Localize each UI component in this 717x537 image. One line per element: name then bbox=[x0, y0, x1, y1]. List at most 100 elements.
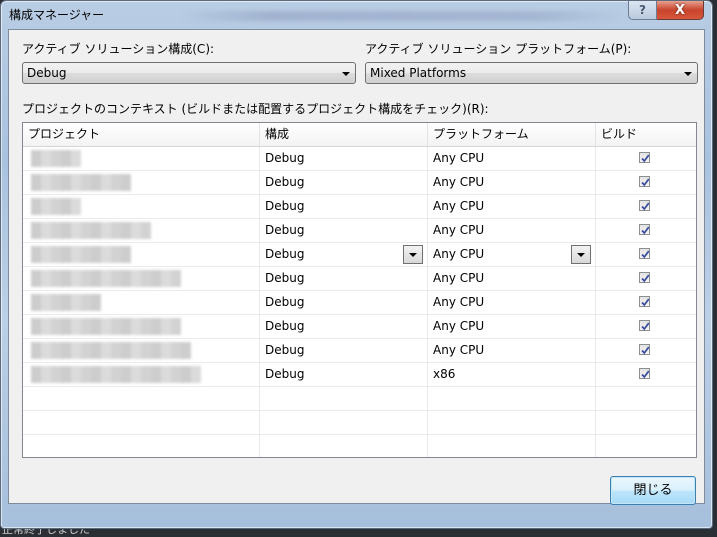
window-close-button[interactable]: X bbox=[657, 1, 704, 20]
chevron-down-icon bbox=[684, 72, 692, 76]
project-context-label: プロジェクトのコンテキスト (ビルドまたは配置するプロジェクト構成をチェック)(… bbox=[22, 102, 489, 116]
checkmark-icon bbox=[641, 274, 650, 283]
table-row[interactable] bbox=[23, 411, 696, 435]
table-row[interactable]: Debug Any CPU bbox=[23, 339, 696, 363]
config-value: Debug bbox=[265, 247, 305, 261]
build-checkbox[interactable] bbox=[639, 248, 650, 259]
build-checkbox[interactable] bbox=[639, 368, 650, 379]
help-button[interactable]: ? bbox=[628, 1, 657, 20]
config-cell[interactable]: Debug bbox=[260, 267, 428, 290]
platform-cell[interactable]: Any CPU bbox=[428, 315, 596, 338]
platform-cell[interactable]: Any CPU bbox=[428, 267, 596, 290]
build-cell bbox=[596, 315, 696, 338]
project-name-redacted bbox=[31, 294, 101, 311]
table-row[interactable]: Debug x86 bbox=[23, 363, 696, 387]
platform-cell[interactable] bbox=[428, 387, 596, 410]
project-cell bbox=[23, 435, 260, 457]
build-checkbox[interactable] bbox=[639, 320, 650, 331]
config-cell[interactable]: Debug bbox=[260, 315, 428, 338]
platform-value: Any CPU bbox=[433, 223, 485, 237]
build-cell bbox=[596, 195, 696, 218]
config-cell[interactable]: Debug bbox=[260, 171, 428, 194]
column-header-platform[interactable]: プラットフォーム bbox=[428, 123, 596, 146]
config-cell[interactable]: Debug bbox=[260, 291, 428, 314]
project-cell bbox=[23, 243, 260, 266]
config-cell[interactable]: Debug bbox=[260, 243, 428, 266]
platform-cell[interactable]: Any CPU bbox=[428, 147, 596, 170]
close-x-icon: X bbox=[674, 2, 686, 18]
table-row[interactable] bbox=[23, 435, 696, 457]
table-row[interactable]: Debug Any CPU bbox=[23, 147, 696, 171]
platform-dropdown-button[interactable] bbox=[571, 245, 591, 264]
config-cell[interactable] bbox=[260, 435, 428, 457]
platform-cell[interactable]: x86 bbox=[428, 363, 596, 386]
column-header-config[interactable]: 構成 bbox=[260, 123, 428, 146]
platform-value: x86 bbox=[433, 367, 456, 381]
platform-value: Any CPU bbox=[433, 343, 485, 357]
platform-cell[interactable]: Any CPU bbox=[428, 243, 596, 266]
table-row[interactable]: Debug Any CPU bbox=[23, 243, 696, 267]
build-checkbox[interactable] bbox=[639, 224, 650, 235]
project-name-redacted bbox=[31, 174, 131, 191]
platform-value: Any CPU bbox=[433, 271, 485, 285]
title-bar[interactable]: 構成マネージャー ? X bbox=[1, 1, 712, 29]
config-cell[interactable] bbox=[260, 387, 428, 410]
config-cell[interactable]: Debug bbox=[260, 339, 428, 362]
config-cell[interactable]: Debug bbox=[260, 147, 428, 170]
build-checkbox[interactable] bbox=[639, 176, 650, 187]
table-row[interactable]: Debug Any CPU bbox=[23, 171, 696, 195]
platform-cell[interactable]: Any CPU bbox=[428, 171, 596, 194]
project-cell bbox=[23, 291, 260, 314]
platform-cell[interactable] bbox=[428, 435, 596, 457]
build-checkbox[interactable] bbox=[639, 296, 650, 307]
dialog-client-area: アクティブ ソリューション構成(C): Debug アクティブ ソリューション … bbox=[8, 29, 705, 505]
project-context-grid: プロジェクト 構成 プラットフォーム ビルド Debug Any CPU Debug… bbox=[22, 122, 697, 458]
close-button[interactable]: 閉じる bbox=[610, 476, 696, 505]
project-cell bbox=[23, 411, 260, 434]
solution-platform-dropdown[interactable]: Mixed Platforms bbox=[365, 62, 698, 84]
platform-value: Any CPU bbox=[433, 175, 485, 189]
config-cell[interactable]: Debug bbox=[260, 363, 428, 386]
checkmark-icon bbox=[641, 298, 650, 307]
project-cell bbox=[23, 363, 260, 386]
grid-header: プロジェクト 構成 プラットフォーム ビルド bbox=[23, 123, 696, 147]
build-cell bbox=[596, 171, 696, 194]
build-checkbox[interactable] bbox=[639, 272, 650, 283]
column-header-build[interactable]: ビルド bbox=[596, 123, 696, 146]
table-row[interactable] bbox=[23, 387, 696, 411]
project-name-redacted bbox=[31, 222, 151, 239]
platform-cell[interactable]: Any CPU bbox=[428, 291, 596, 314]
build-cell bbox=[596, 243, 696, 266]
config-value: Debug bbox=[265, 295, 305, 309]
column-header-project[interactable]: プロジェクト bbox=[23, 123, 260, 146]
table-row[interactable]: Debug Any CPU bbox=[23, 267, 696, 291]
config-value: Debug bbox=[265, 175, 305, 189]
config-cell[interactable]: Debug bbox=[260, 219, 428, 242]
chevron-down-icon bbox=[342, 72, 350, 76]
solution-config-dropdown[interactable]: Debug bbox=[22, 62, 356, 84]
platform-cell[interactable]: Any CPU bbox=[428, 219, 596, 242]
platform-cell[interactable]: Any CPU bbox=[428, 339, 596, 362]
config-cell[interactable] bbox=[260, 411, 428, 434]
platform-value: Any CPU bbox=[433, 199, 485, 213]
config-value: Debug bbox=[265, 199, 305, 213]
build-checkbox[interactable] bbox=[639, 152, 650, 163]
platform-cell[interactable]: Any CPU bbox=[428, 195, 596, 218]
config-dropdown-button[interactable] bbox=[403, 245, 423, 264]
table-row[interactable]: Debug Any CPU bbox=[23, 195, 696, 219]
checkmark-icon bbox=[641, 322, 650, 331]
project-cell bbox=[23, 315, 260, 338]
table-row[interactable]: Debug Any CPU bbox=[23, 291, 696, 315]
platform-cell[interactable] bbox=[428, 411, 596, 434]
config-value: Debug bbox=[265, 367, 305, 381]
table-row[interactable]: Debug Any CPU bbox=[23, 219, 696, 243]
project-name-redacted bbox=[31, 366, 201, 383]
build-checkbox[interactable] bbox=[639, 200, 650, 211]
config-value: Debug bbox=[265, 319, 305, 333]
project-cell bbox=[23, 147, 260, 170]
checkmark-icon bbox=[641, 370, 650, 379]
build-checkbox[interactable] bbox=[639, 344, 650, 355]
project-name-redacted bbox=[31, 246, 131, 263]
config-cell[interactable]: Debug bbox=[260, 195, 428, 218]
table-row[interactable]: Debug Any CPU bbox=[23, 315, 696, 339]
